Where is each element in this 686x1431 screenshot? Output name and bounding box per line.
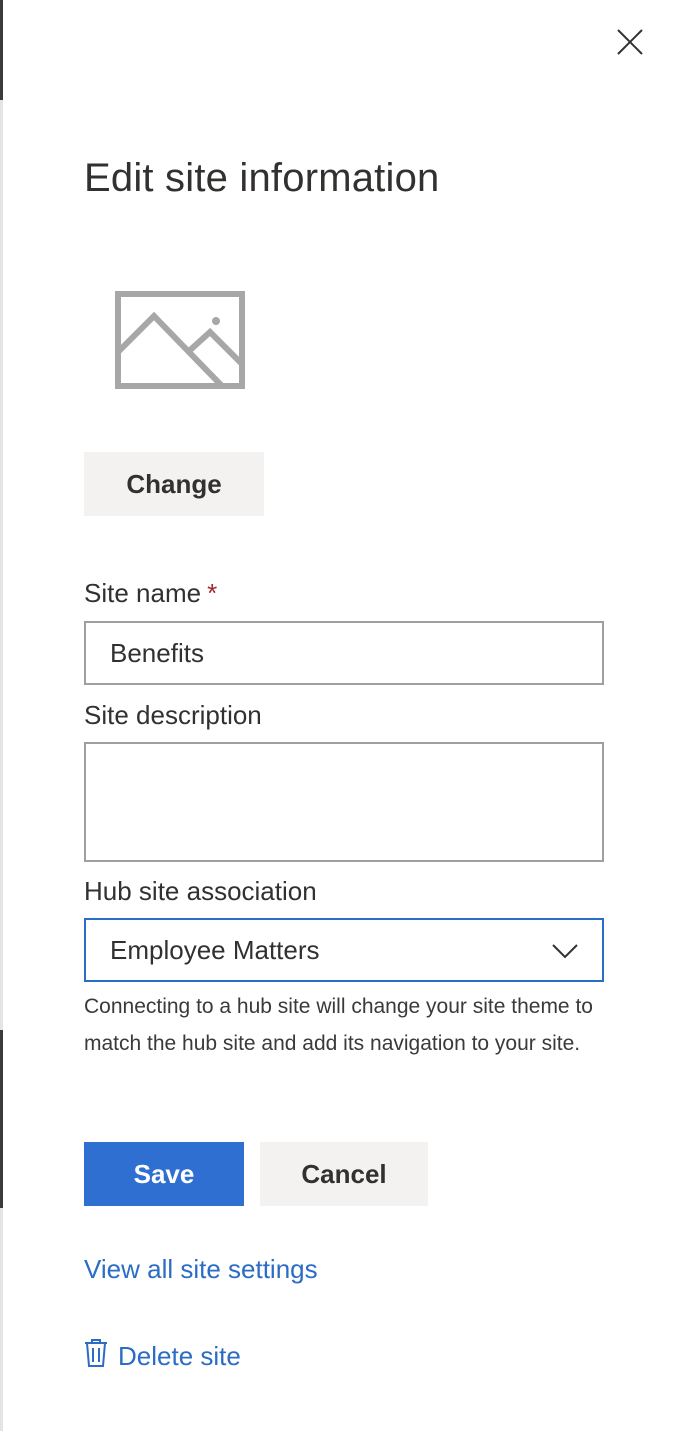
site-name-input[interactable]: Benefits <box>84 621 604 685</box>
hub-association-dropdown[interactable]: Employee Matters <box>84 918 604 982</box>
chevron-down-icon <box>552 935 578 966</box>
cancel-button[interactable]: Cancel <box>260 1142 428 1206</box>
view-all-site-settings-link[interactable]: View all site settings <box>84 1254 318 1285</box>
delete-site-label: Delete site <box>118 1341 241 1371</box>
hub-association-help-text: Connecting to a hub site will change you… <box>84 995 593 1055</box>
image-placeholder-icon <box>114 290 246 390</box>
change-logo-button[interactable]: Change <box>84 452 264 516</box>
required-marker: * <box>207 578 218 608</box>
hub-association-selected: Employee Matters <box>110 934 320 965</box>
hub-association-label: Hub site association <box>84 876 317 906</box>
close-button[interactable] <box>612 26 648 62</box>
panel-title: Edit site information <box>84 156 440 200</box>
delete-site-link[interactable]: Delete site <box>84 1338 241 1375</box>
site-description-textarea[interactable] <box>84 742 604 862</box>
site-name-label-text: Site name <box>84 578 202 608</box>
site-description-label: Site description <box>84 700 262 730</box>
close-icon <box>616 28 644 61</box>
trash-icon <box>84 1338 108 1375</box>
save-button[interactable]: Save <box>84 1142 244 1206</box>
site-name-label: Site name * <box>84 578 217 609</box>
